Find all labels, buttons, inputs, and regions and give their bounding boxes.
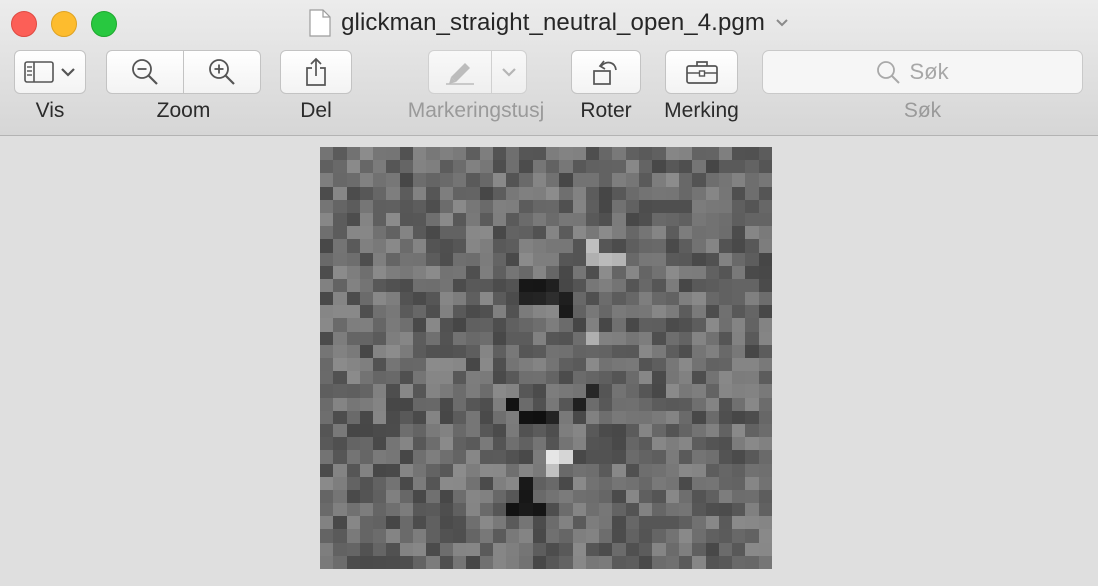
toolbox-icon xyxy=(685,61,718,84)
markup-toolbar-button[interactable] xyxy=(665,50,738,94)
chevron-down-icon xyxy=(61,68,75,77)
zoom-out-button[interactable] xyxy=(106,50,184,94)
chevron-down-icon xyxy=(502,68,516,77)
zoom-label: Zoom xyxy=(156,99,211,122)
search-input[interactable] xyxy=(909,59,970,85)
zoom-in-button[interactable] xyxy=(183,50,261,94)
share-button[interactable] xyxy=(280,50,352,94)
rotate-button[interactable] xyxy=(571,50,641,94)
search-label: Søk xyxy=(903,99,942,122)
rotate-label: Roter xyxy=(580,99,632,122)
share-icon xyxy=(306,57,326,86)
share-label: Del xyxy=(300,99,332,122)
toolbar-area: glickman_straight_neutral_open_4.pgm Vis xyxy=(0,0,1098,136)
markup-pen-menu-button[interactable] xyxy=(491,50,527,94)
title-chevron-icon[interactable] xyxy=(775,18,789,28)
view-label: Vis xyxy=(35,99,65,122)
zoom-in-icon xyxy=(209,59,235,85)
markup-pen-button[interactable] xyxy=(428,50,492,94)
document-icon xyxy=(309,9,331,37)
view-button[interactable] xyxy=(14,50,86,94)
sidebar-icon xyxy=(24,61,54,83)
title-bar: glickman_straight_neutral_open_4.pgm xyxy=(0,6,1098,40)
pgm-image xyxy=(320,147,772,569)
window-title[interactable]: glickman_straight_neutral_open_4.pgm xyxy=(341,9,765,37)
search-field[interactable] xyxy=(762,50,1083,94)
search-icon xyxy=(876,61,900,84)
markup-label: Merking xyxy=(664,99,739,122)
preview-window: glickman_straight_neutral_open_4.pgm Vis xyxy=(0,0,1098,586)
rotate-icon xyxy=(593,60,617,85)
pen-icon xyxy=(446,63,474,85)
zoom-out-icon xyxy=(132,59,158,85)
document-area[interactable] xyxy=(0,136,1098,586)
markup-pen-label: Markeringstusj xyxy=(407,99,545,122)
